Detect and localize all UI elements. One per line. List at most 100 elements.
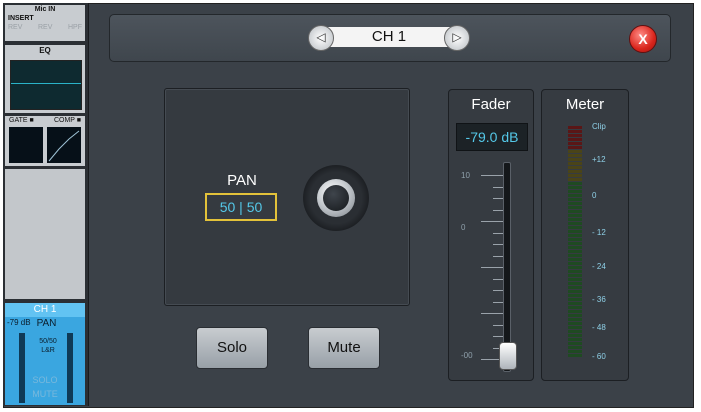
fader-handle[interactable] xyxy=(499,342,517,371)
meter-segment xyxy=(568,298,582,301)
meter-segment xyxy=(568,150,582,153)
channel-name[interactable]: CH 1 xyxy=(322,27,456,47)
fader-label-10: 10 xyxy=(461,171,470,180)
meter-segment xyxy=(568,258,582,261)
gate-display xyxy=(9,127,43,163)
pan-knob-center xyxy=(323,185,349,211)
meter-label-minus24: - 24 xyxy=(592,262,606,271)
strip-level: -79 dB xyxy=(7,318,31,327)
comp-display xyxy=(47,127,81,163)
strip-route: L&R xyxy=(41,347,55,354)
meter-segment xyxy=(568,334,582,337)
eq-curve xyxy=(11,83,81,84)
meter-segment xyxy=(568,250,582,253)
meter-segment xyxy=(568,254,582,257)
meter-segment xyxy=(568,178,582,181)
insert-label: INSERT xyxy=(8,15,34,22)
hpf-label: HPF xyxy=(68,24,82,31)
meter-segment xyxy=(568,350,582,353)
meter-title: Meter xyxy=(565,96,605,113)
close-icon: X xyxy=(638,31,648,47)
meter-segment xyxy=(568,278,582,281)
meter-segment xyxy=(568,202,582,205)
meter-segment xyxy=(568,138,582,141)
meter-panel: Meter Clip +12 0 - 12 - 24 - 36 - 48 - 6… xyxy=(541,89,629,381)
meter-segment xyxy=(568,270,582,273)
meter-label-plus12: +12 xyxy=(592,155,606,164)
meter-segment xyxy=(568,310,582,313)
mic-in-label: Mic IN xyxy=(34,6,56,13)
meter-segment xyxy=(568,302,582,305)
gate-comp-section[interactable]: GATE ■ COMP ■ xyxy=(5,116,85,166)
meter-segment xyxy=(568,218,582,221)
next-channel-button[interactable]: ▷ xyxy=(444,25,470,51)
meter-label-minus12: - 12 xyxy=(592,228,606,237)
level-meter xyxy=(568,126,582,357)
meter-segment xyxy=(568,338,582,341)
meter-segment xyxy=(568,214,582,217)
eq-curve-display xyxy=(10,60,82,110)
pan-panel: PAN 50 | 50 xyxy=(164,88,410,306)
strip-input-section[interactable]: Mic IN INSERT REV REV HPF xyxy=(5,5,85,41)
strip-pan-label: PAN xyxy=(36,318,57,329)
meter-segment xyxy=(568,226,582,229)
fader-title: Fader xyxy=(471,96,511,113)
meter-segment xyxy=(568,238,582,241)
meter-segment xyxy=(568,262,582,265)
eq-section[interactable]: EQ xyxy=(5,45,85,113)
comp-label: COMP ■ xyxy=(53,117,81,124)
meter-label-0: 0 xyxy=(592,191,597,200)
meter-segment xyxy=(568,274,582,277)
fader-scale: 10 0 -00 xyxy=(461,165,507,369)
meter-segment xyxy=(568,342,582,345)
meter-segment xyxy=(568,182,582,185)
meter-segment xyxy=(568,242,582,245)
meter-segment xyxy=(568,282,582,285)
meter-segment xyxy=(568,146,582,149)
fader-label-0: 0 xyxy=(461,223,466,232)
meter-segment xyxy=(568,314,582,317)
solo-button[interactable]: Solo xyxy=(196,327,268,369)
meter-segment xyxy=(568,326,582,329)
strip-mute-label[interactable]: MUTE xyxy=(25,389,65,399)
meter-segment xyxy=(568,330,582,333)
eq-label: EQ xyxy=(39,46,51,55)
fader-label-inf: -00 xyxy=(461,351,473,360)
meter-segment xyxy=(568,142,582,145)
close-button[interactable]: X xyxy=(629,25,657,53)
meter-segment xyxy=(568,158,582,161)
meter-segment xyxy=(568,306,582,309)
meter-segment xyxy=(568,186,582,189)
meter-segment xyxy=(568,198,582,201)
meter-segment xyxy=(568,154,582,157)
meter-segment xyxy=(568,134,582,137)
fader-readout[interactable]: -79.0 dB xyxy=(456,123,528,151)
pan-value-field[interactable]: 50 | 50 xyxy=(205,193,277,221)
triangle-left-icon: ◁ xyxy=(316,30,326,44)
fader-track[interactable] xyxy=(503,162,511,372)
meter-segment xyxy=(568,318,582,321)
meter-segment xyxy=(568,346,582,349)
comp-curve-icon xyxy=(48,130,80,162)
meter-segment xyxy=(568,354,582,357)
meter-segment xyxy=(568,170,582,173)
meter-segment xyxy=(568,206,582,209)
meter-segment xyxy=(568,174,582,177)
strip-channel-selected[interactable]: CH 1 -79 dB PAN 50/50 L&R SOLO MUTE xyxy=(5,303,85,405)
pan-knob[interactable] xyxy=(303,165,369,231)
mute-button[interactable]: Mute xyxy=(308,327,380,369)
meter-label-clip: Clip xyxy=(592,122,606,131)
meter-segment xyxy=(568,166,582,169)
meter-segment xyxy=(568,286,582,289)
rev1-label: REV xyxy=(8,24,23,31)
strip-solo-label[interactable]: SOLO xyxy=(25,375,65,385)
rev2-label: REV xyxy=(38,24,53,31)
strip-channel-name: CH 1 xyxy=(5,303,85,317)
meter-segment xyxy=(568,194,582,197)
meter-segment xyxy=(568,210,582,213)
meter-segment xyxy=(568,222,582,225)
meter-segment xyxy=(568,162,582,165)
prev-channel-button[interactable]: ◁ xyxy=(308,25,334,51)
meter-segment xyxy=(568,190,582,193)
header-bar: CH 1 ◁ ▷ X xyxy=(109,14,671,62)
